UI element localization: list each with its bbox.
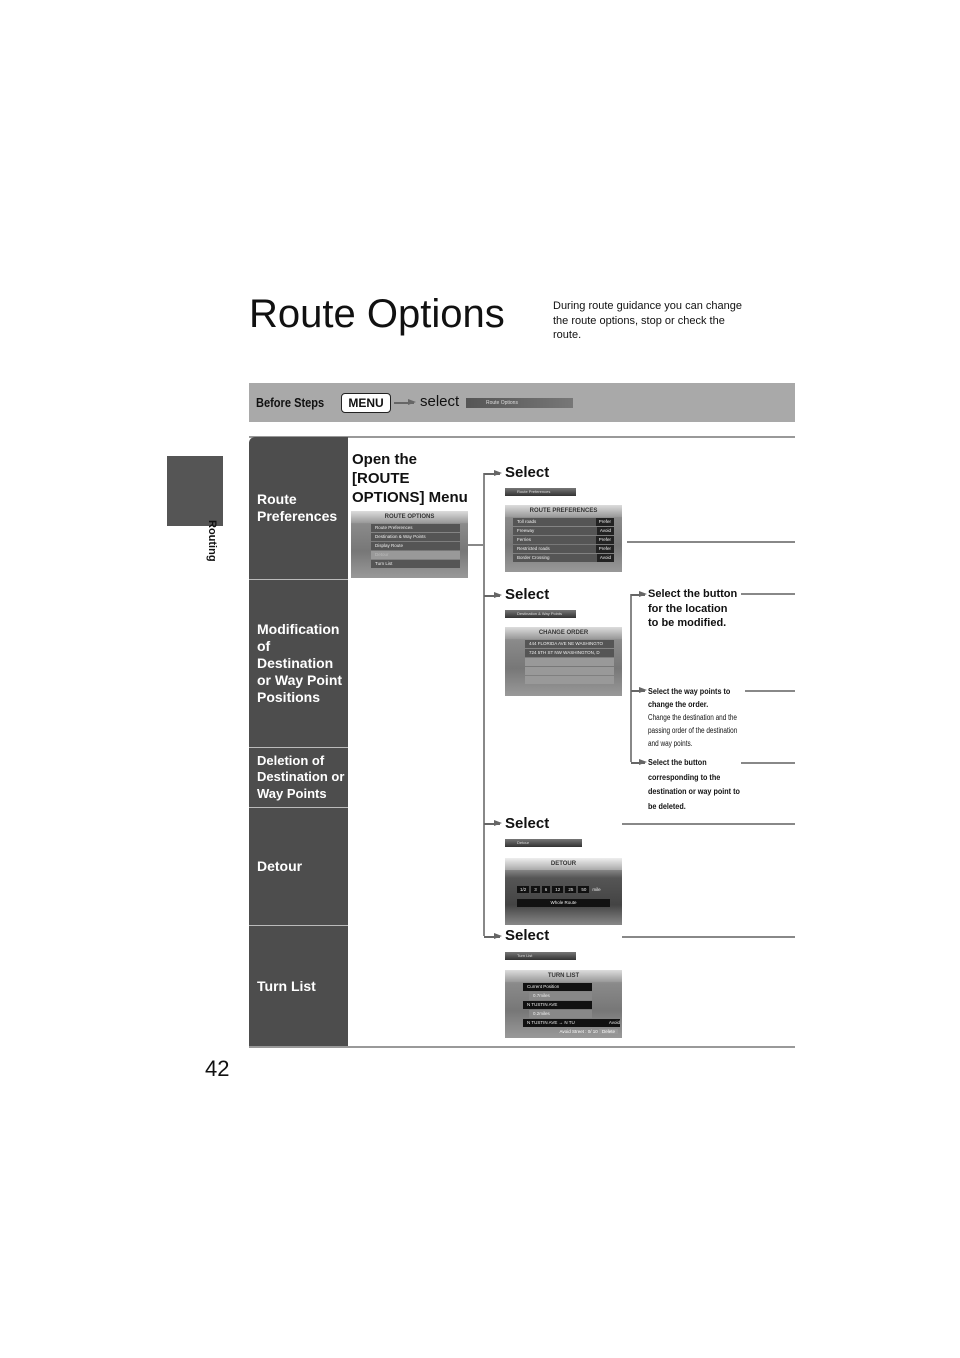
- note-reorder: Select the way points to change the orde…: [648, 686, 731, 709]
- delete-button: Delete: [598, 1029, 618, 1034]
- row-modification: Modification of Destination or Way Point…: [249, 580, 348, 748]
- page-title: Route Options: [249, 292, 505, 336]
- pref-item: Freeway: [517, 528, 535, 533]
- avoid-button: Avoid: [608, 1020, 620, 1025]
- note-modify: Select the button for the location to be…: [648, 588, 738, 629]
- select-text: select: [420, 393, 460, 410]
- distance-option: 50: [578, 886, 590, 893]
- arrow-icon: [484, 820, 502, 826]
- avoid-street-count: Avoid Street : 0/ 10: [559, 1029, 598, 1034]
- distance-option: 25: [565, 886, 577, 893]
- turn-item: N TUSTIN AVE: [527, 1002, 558, 1007]
- connector: [627, 541, 795, 543]
- waypoint-item: 444 FLORIDA AVE NE WASHINGTO: [529, 641, 603, 646]
- note-reorder-detail: Change the destination and the passing o…: [648, 713, 738, 748]
- destination-chip: Destination & Way Points: [505, 610, 576, 618]
- arrow-icon: [484, 933, 502, 939]
- before-steps-label: Before Steps: [256, 395, 325, 410]
- open-menu-heading: Open the [ROUTE OPTIONS] Menu: [352, 451, 468, 506]
- connector: [741, 593, 795, 595]
- select-heading: Select: [505, 464, 550, 481]
- arrow-icon: [484, 470, 502, 476]
- turn-distance: 0.2miles: [533, 1011, 550, 1016]
- turn-item: Current Position: [527, 984, 560, 989]
- prefer-button: Prefer: [595, 536, 614, 544]
- detour-chip: Detour: [505, 839, 582, 847]
- arrow-icon: [631, 591, 647, 597]
- distance-option: 3: [531, 886, 540, 893]
- menu-item: Turn List: [375, 561, 393, 566]
- prefer-button: Prefer: [595, 518, 614, 526]
- menu-item: Detour: [375, 552, 389, 557]
- change-order-screen: CHANGE ORDER 444 FLORIDA AVE NE WASHINGT…: [505, 627, 622, 696]
- select-heading: Select: [505, 586, 550, 603]
- route-options-screen: ROUTE OPTIONS Route Preferences Destinat…: [351, 511, 468, 578]
- arrow-icon: [394, 399, 416, 405]
- route-options-chip: Route Options: [466, 398, 573, 408]
- select-heading: Select: [505, 815, 550, 832]
- arrow-icon: [484, 592, 502, 598]
- connector: [741, 762, 795, 764]
- row-route-preferences: Route Preferences: [249, 437, 348, 580]
- select-heading: Select: [505, 927, 550, 944]
- turn-item: N TUSTIN AVE → N TU: [527, 1020, 575, 1025]
- intro-text: During route guidance you can change the…: [553, 300, 742, 341]
- detour-screen: DETOUR 1/2 3 6 12 25 50 mile Whole Route: [505, 858, 622, 925]
- screen-title: ROUTE PREFERENCES: [505, 505, 622, 517]
- pref-item: Ferries: [517, 537, 532, 542]
- connector: [483, 473, 485, 936]
- note-delete: Select the button corresponding to the d…: [648, 757, 740, 811]
- table-bottom-rule: [249, 1046, 795, 1048]
- avoid-button: Avoid: [596, 527, 614, 535]
- arrow-icon: [631, 759, 647, 765]
- turn-list-screen: TURN LIST Current Position 0.7miles N TU…: [505, 970, 622, 1038]
- screen-title: CHANGE ORDER: [505, 627, 622, 639]
- route-preferences-chip: Route Preferences: [505, 488, 576, 496]
- arrow-icon: [631, 687, 647, 693]
- menu-key: MENU: [341, 393, 391, 413]
- distance-option: 6: [541, 886, 551, 893]
- avoid-button: Avoid: [596, 554, 614, 562]
- screen-title: ROUTE OPTIONS: [351, 511, 468, 523]
- menu-item: Display Route: [375, 543, 404, 548]
- page-number: 42: [205, 1056, 230, 1081]
- connector: [622, 936, 795, 938]
- connector: [745, 690, 795, 692]
- turn-list-chip: Turn List: [505, 952, 576, 960]
- connector: [468, 544, 483, 546]
- distance-unit: mile: [592, 887, 601, 892]
- screen-title: TURN LIST: [505, 970, 622, 982]
- connector: [622, 823, 795, 825]
- pref-item: Border Crossing: [517, 555, 550, 560]
- route-preferences-screen: ROUTE PREFERENCES Toll roads Prefer Freew…: [505, 505, 622, 572]
- row-detour: Detour: [249, 808, 348, 926]
- waypoint-item: 724 5TH ST NW WASHINGTON, D: [529, 650, 600, 655]
- section-tab: [167, 456, 223, 526]
- section-label: Routing: [206, 520, 218, 562]
- row-turn-list: Turn List: [249, 926, 348, 1046]
- pref-item: Restricted roads: [517, 546, 550, 551]
- distance-option: 1/2: [517, 886, 530, 893]
- screen-title: DETOUR: [505, 858, 622, 870]
- menu-item: Route Preferences: [375, 525, 413, 530]
- row-deletion: Deletion of Destination or Way Points: [249, 748, 348, 808]
- manual-page: Routing 42 Route Options During route gu…: [0, 0, 960, 1358]
- turn-distance: 0.7miles: [533, 993, 550, 998]
- menu-item: Destination & Way Points: [375, 534, 426, 539]
- distance-option: 12: [552, 886, 564, 893]
- connector: [630, 594, 632, 762]
- whole-route-button: Whole Route: [517, 899, 610, 907]
- prefer-button: Prefer: [595, 545, 614, 553]
- pref-item: Toll roads: [517, 519, 537, 524]
